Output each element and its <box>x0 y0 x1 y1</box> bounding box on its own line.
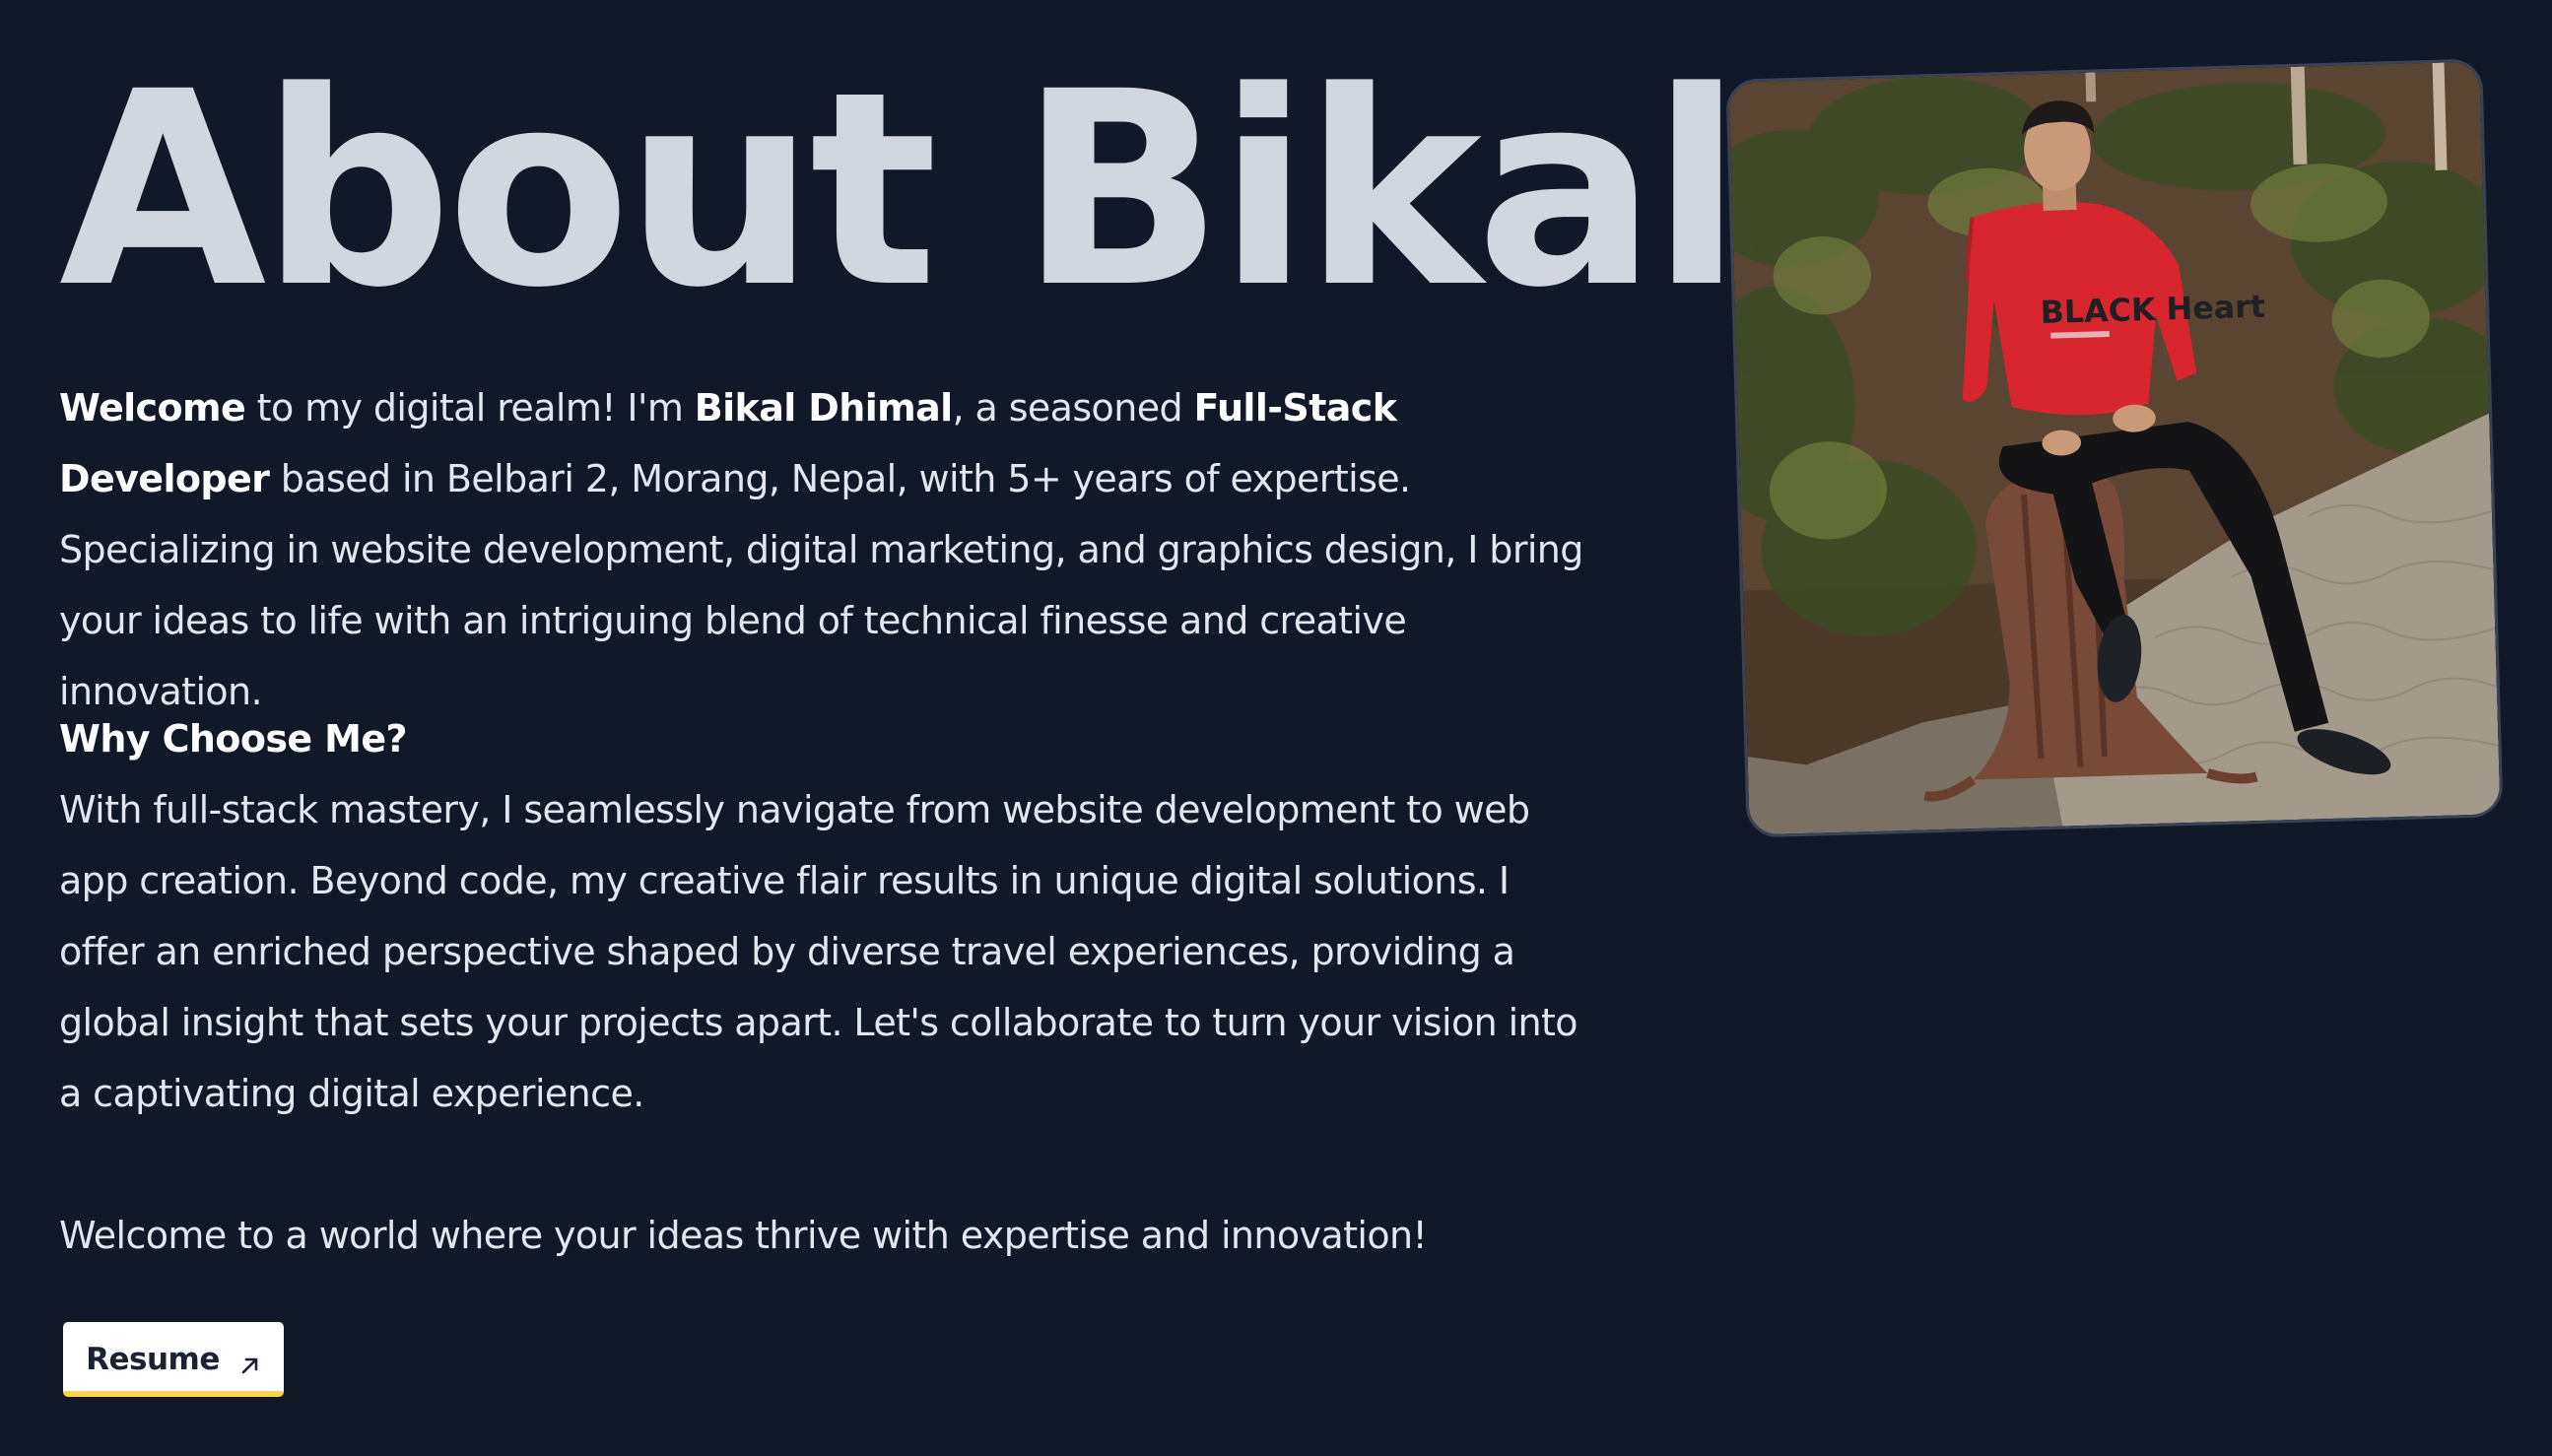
profile-photo: BLACK Heart <box>1725 58 2504 838</box>
about-section: About Bikal Welcome to my digital realm!… <box>0 0 2552 1456</box>
page-title: About Bikal <box>59 35 1743 347</box>
why-choose-paragraph: With full-stack mastery, I seamlessly na… <box>59 788 1578 1115</box>
why-choose-heading: Why Choose Me? <box>59 717 408 761</box>
resume-button[interactable]: Resume <box>63 1322 284 1397</box>
sweater-print: BLACK Heart <box>2040 290 2265 331</box>
closing-statement: Welcome to a world where your ideas thri… <box>59 1214 1428 1257</box>
profile-photo-illustration: BLACK Heart <box>1728 61 2501 835</box>
resume-label: Resume <box>86 1342 220 1377</box>
intro-text-3: based in Belbari 2, Morang, Nepal, with … <box>59 457 1583 713</box>
intro-text-2: , a seasoned <box>952 386 1194 430</box>
welcome-word: Welcome <box>59 386 246 430</box>
intro-paragraph: Welcome to my digital realm! I'm Bikal D… <box>59 372 1596 727</box>
author-name: Bikal Dhimal <box>694 386 953 430</box>
arrow-up-right-icon <box>239 1349 261 1374</box>
intro-text-1: to my digital realm! I'm <box>245 386 695 430</box>
